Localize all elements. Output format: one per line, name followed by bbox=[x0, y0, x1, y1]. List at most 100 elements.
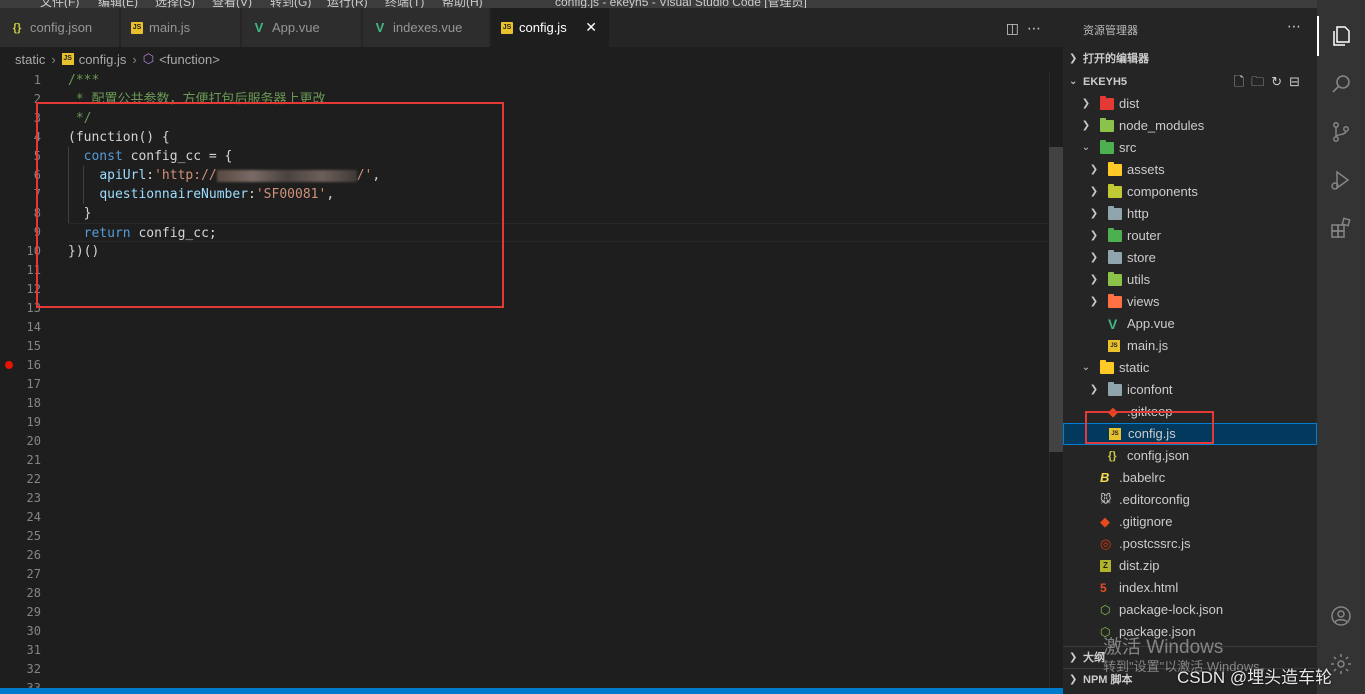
line-number: 2 bbox=[33, 92, 41, 106]
chevron-right-icon[interactable]: ❯ bbox=[1089, 159, 1099, 181]
menu-view[interactable]: 查看(V) bbox=[212, 0, 252, 8]
menu-go[interactable]: 转到(G) bbox=[270, 0, 311, 8]
line-number: 15 bbox=[26, 339, 41, 353]
chevron-right-icon[interactable]: ❯ bbox=[1089, 291, 1099, 313]
folder-icon bbox=[1100, 118, 1114, 132]
more-actions-icon[interactable]: ⋯ bbox=[1287, 18, 1301, 35]
tree-item-label: dist bbox=[1119, 96, 1140, 111]
tree-item-gitignore[interactable]: ◆ .gitignore bbox=[1063, 511, 1317, 533]
breadcrumb-folder[interactable]: static bbox=[15, 52, 45, 67]
tree-item-dist[interactable]: ❯ dist bbox=[1063, 93, 1317, 115]
editor-tab-bar: {} config.json JS main.js V App.vue V in… bbox=[0, 8, 1063, 47]
chevron-down-icon[interactable]: ⌄ bbox=[1081, 357, 1091, 379]
new-folder-icon[interactable]: 🗀 bbox=[1251, 74, 1271, 89]
menu-edit[interactable]: 编辑(E) bbox=[98, 0, 138, 8]
tab-indexes-vue[interactable]: V indexes.vue bbox=[363, 8, 490, 47]
extensions-icon[interactable] bbox=[1317, 208, 1365, 248]
line-number: 20 bbox=[26, 434, 41, 448]
tree-item-assets[interactable]: ❯ assets bbox=[1063, 159, 1317, 181]
tree-item-iconfont[interactable]: ❯ iconfont bbox=[1063, 379, 1317, 401]
git-icon: ◆ bbox=[1100, 514, 1110, 529]
line-number: 18 bbox=[26, 396, 41, 410]
tree-item-babelrc[interactable]: B .babelrc bbox=[1063, 467, 1317, 489]
tree-item-node-modules[interactable]: ❯ node_modules bbox=[1063, 115, 1317, 137]
tree-item-app-vue[interactable]: V App.vue bbox=[1063, 313, 1317, 335]
tab-label: indexes.vue bbox=[393, 20, 463, 35]
tree-item-package-lock-json[interactable]: ⬡ package-lock.json bbox=[1063, 599, 1317, 621]
tree-item-label: config.json bbox=[1127, 448, 1190, 463]
breadcrumb-file[interactable]: config.js bbox=[79, 52, 127, 67]
chevron-right-icon[interactable]: ❯ bbox=[1089, 225, 1099, 247]
line-number: 33 bbox=[26, 681, 41, 688]
section-label: 大纲 bbox=[1083, 652, 1105, 664]
tree-item-config-json[interactable]: {} config.json bbox=[1063, 445, 1317, 467]
tab-main-js[interactable]: JS main.js bbox=[121, 8, 241, 47]
project-section[interactable]: ⌄ EKEYH5 🗋🗀↻⊟ bbox=[1063, 71, 1317, 93]
open-editors-section[interactable]: ❯ 打开的编辑器 bbox=[1063, 48, 1317, 70]
tree-item-label: views bbox=[1127, 294, 1160, 309]
chevron-right-icon[interactable]: ❯ bbox=[1089, 181, 1099, 203]
line-number: 26 bbox=[26, 548, 41, 562]
explorer-sidebar: 资源管理器 ⋯ ❯ 打开的编辑器 ⌄ EKEYH5 🗋🗀↻⊟ ❯ dist ❯ nod… bbox=[1063, 8, 1317, 694]
collapse-all-icon[interactable]: ⊟ bbox=[1289, 74, 1307, 89]
menu-help[interactable]: 帮助(H) bbox=[442, 0, 483, 8]
tree-item-views[interactable]: ❯ views bbox=[1063, 291, 1317, 313]
run-debug-icon[interactable] bbox=[1317, 160, 1365, 200]
line-number: 9 bbox=[33, 225, 41, 239]
chevron-right-icon[interactable]: ❯ bbox=[1089, 247, 1099, 269]
tree-item-components[interactable]: ❯ components bbox=[1063, 181, 1317, 203]
vue-icon: V bbox=[1108, 316, 1118, 332]
tree-item-label: package-lock.json bbox=[1119, 602, 1224, 617]
tree-item-label: App.vue bbox=[1127, 316, 1175, 331]
menu-terminal[interactable]: 终端(T) bbox=[385, 0, 424, 8]
line-number: 11 bbox=[26, 263, 41, 277]
split-editor-icon[interactable]: ◫ bbox=[1006, 20, 1027, 36]
breadcrumb-symbol[interactable]: <function> bbox=[159, 52, 220, 67]
tree-item-postcssrc-js[interactable]: ◎ .postcssrc.js bbox=[1063, 533, 1317, 555]
folder-icon bbox=[1100, 96, 1114, 110]
scrollbar-thumb[interactable] bbox=[1049, 147, 1063, 452]
tree-item-main-js[interactable]: JS main.js bbox=[1063, 335, 1317, 357]
tree-item-store[interactable]: ❯ store bbox=[1063, 247, 1317, 269]
more-actions-icon[interactable]: ⋯ bbox=[1027, 20, 1049, 36]
chevron-down-icon[interactable]: ⌄ bbox=[1081, 137, 1091, 159]
tree-item-label: assets bbox=[1127, 162, 1165, 177]
chevron-right-icon[interactable]: ❯ bbox=[1089, 269, 1099, 291]
html-icon: 5 bbox=[1100, 581, 1107, 595]
explorer-title: 资源管理器 bbox=[1083, 25, 1138, 37]
folder-icon bbox=[1100, 140, 1114, 154]
account-icon[interactable] bbox=[1317, 596, 1365, 636]
menu-file[interactable]: 文件(F) bbox=[40, 0, 79, 8]
tree-item-http[interactable]: ❯ http bbox=[1063, 203, 1317, 225]
code-editor[interactable]: 1 2 3 4 5 6 7 8 9 10 11 12 13 14 15 16 17 18 19 20 21 22 23 24 2… bbox=[0, 71, 1063, 688]
search-icon[interactable] bbox=[1317, 64, 1365, 104]
tree-item-editorconfig[interactable]: 🐭 .editorconfig bbox=[1063, 489, 1317, 511]
menu-run[interactable]: 运行(R) bbox=[327, 0, 368, 8]
tree-item-utils[interactable]: ❯ utils bbox=[1063, 269, 1317, 291]
chevron-down-icon: ⌄ bbox=[1069, 76, 1078, 87]
menu-selection[interactable]: 选择(S) bbox=[155, 0, 195, 8]
tree-item-label: .postcssrc.js bbox=[1119, 536, 1191, 551]
highlight-box bbox=[36, 102, 504, 308]
tree-item-static[interactable]: ⌄ static bbox=[1063, 357, 1317, 379]
tree-item-package-json[interactable]: ⬡ package.json bbox=[1063, 621, 1317, 643]
line-number: 28 bbox=[26, 586, 41, 600]
chevron-right-icon[interactable]: ❯ bbox=[1081, 93, 1091, 115]
tree-item-index-html[interactable]: 5 index.html bbox=[1063, 577, 1317, 599]
tab-app-vue[interactable]: V App.vue bbox=[242, 8, 362, 47]
tree-item-dist-zip[interactable]: Zdist.zip bbox=[1063, 555, 1317, 577]
tree-item-src[interactable]: ⌄ src bbox=[1063, 137, 1317, 159]
chevron-right-icon[interactable]: ❯ bbox=[1089, 379, 1099, 401]
new-file-icon[interactable]: 🗋 bbox=[1234, 74, 1251, 89]
close-icon[interactable]: ✕ bbox=[585, 19, 597, 36]
tree-item-router[interactable]: ❯ router bbox=[1063, 225, 1317, 247]
source-control-icon[interactable] bbox=[1317, 112, 1365, 152]
explorer-icon[interactable] bbox=[1317, 16, 1365, 56]
line-number: 3 bbox=[33, 111, 41, 125]
chevron-right-icon[interactable]: ❯ bbox=[1089, 203, 1099, 225]
tab-config-js[interactable]: JS config.js ✕ bbox=[491, 8, 610, 47]
refresh-icon[interactable]: ↻ bbox=[1271, 74, 1289, 89]
tab-config-json[interactable]: {} config.json bbox=[0, 8, 120, 47]
zip-icon: Z bbox=[1100, 560, 1111, 572]
chevron-right-icon[interactable]: ❯ bbox=[1081, 115, 1091, 137]
